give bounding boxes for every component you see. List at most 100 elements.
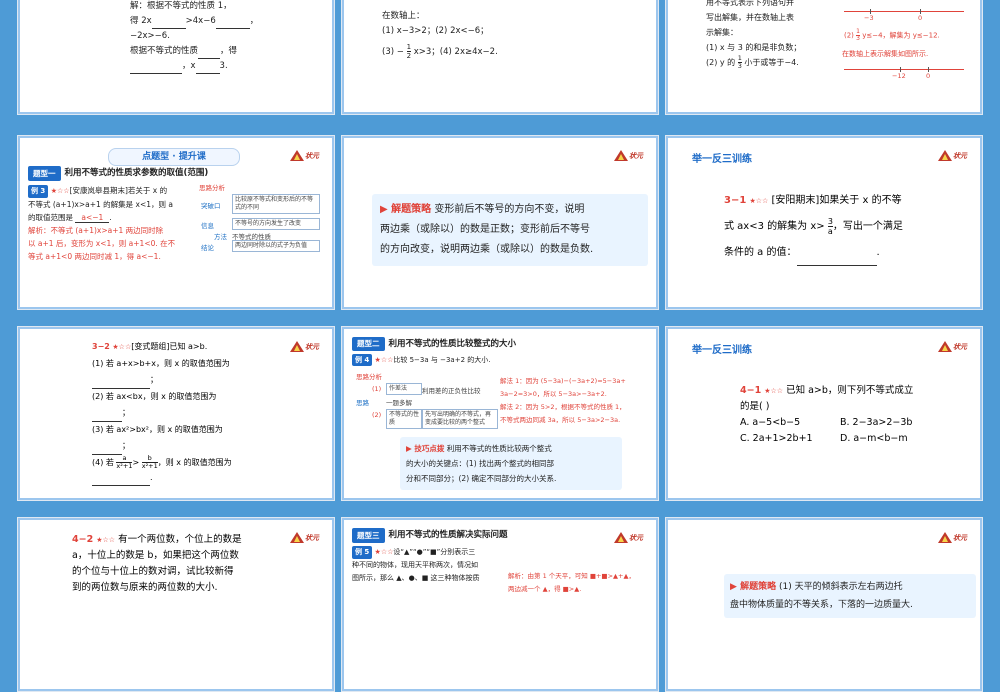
map-key-label: 突破口 [201,202,221,210]
slide-thumbnail-12[interactable]: 状元 ▶ 解题策略 (1) 天平的倾斜表示左右两边托 盘中物体质量的不等关系，下… [665,517,983,692]
s3-ans2b: y≤−4，解集为 y≤−12. [862,31,940,40]
answer-blank [92,379,150,389]
s6-q2b: ，写出一个满足 [832,221,903,232]
s6-q3-end: . [876,247,880,258]
s4-q1-text: 若关于 x 的 [127,186,168,195]
number-line [844,69,964,70]
strategy-box: ▶ 解题策略 (1) 天平的倾斜表示左右两边托 盘中物体质量的不等关系，下落的一… [724,574,976,618]
difficulty-stars: ★☆☆ [50,187,70,195]
slide-thumbnail-3[interactable]: 用不等式表示下列语句并 写出解集，并在数轴上表 示解集： (1) x 与 3 的… [665,0,983,115]
strategy-title: ▶ 解题策略 [380,204,432,215]
s1-line2c: ， [249,16,259,26]
section-banner: 点题型 · 提升课 [108,148,240,166]
source-label: [变式题组] [131,342,170,351]
example-label: 例 4 [352,354,373,366]
logo: 状元 [938,532,974,546]
logo-triangle-icon [938,150,952,161]
s11-q2: 种不同的物体，现用天平称两次，情况如 [352,561,478,569]
example-label: 例 5 [352,546,373,559]
slide-thumbnail-4[interactable]: 状元 点题型 · 提升课 题型一 利用不等式的性质求参数的取值(范围) 例 3 … [17,135,335,310]
s2-line2: (1) x−3>2；(2) 2x<−6； [382,26,489,36]
s10-question: 4−2 ★☆☆ 有一个两位数，个位上的数是 a，十位上的数是 b，如果把这个两位… [72,532,292,596]
tip-text1: 利用不等式的性质比较两个整式 [446,444,552,453]
s2-line3b: x>3；(4) 2x≥4x−2. [413,47,498,57]
slide-thumbnail-11[interactable]: 状元 题型三 利用不等式的性质解决实际问题 例 5 ★☆☆设“▲”“●”“■”分… [341,517,659,692]
tip-line2: 的大小的关键点：(1) 找出两个整式的相同部 [406,459,555,468]
option-a[interactable]: A. a−5<b−5 [740,415,840,431]
s9-options-row2: C. 2a+1>2b+1 D. a−m<b−m [740,431,970,447]
tip-box: ▶ 技巧点拨 利用不等式的性质比较两个整式 的大小的关键点：(1) 找出两个整式… [400,437,622,490]
source-label: [安阳期末] [771,195,820,206]
strategy-line3: 的方向改变，说明两边乘（或除以）的数是负数. [380,244,594,255]
s6-q2: 式 ax<3 的解集为 x> 3 a ，写出一个满足 [724,214,964,240]
map-left-label: 思路 [356,399,369,407]
slide-thumbnail-2[interactable]: 在数轴上： (1) x−3>2；(2) 2x<−6； (3) − 1 2 x>3… [341,0,659,115]
option-c[interactable]: C. 2a+1>2b+1 [740,431,840,447]
s6-q1: 3−1 ★☆☆ [安阳期末]如果关于 x 的不等 [724,188,964,214]
s8-solution: 解法 1：因为 (5−3a)−(−3a+2)=5−3a+ 3a−2=3>0，所以… [500,375,656,427]
slide-thumbnail-9[interactable]: 状元 举一反三训练 4−1 ★☆☆ 已知 a>b，则下列不等式成立 的是( ) … [665,326,983,501]
slide-thumbnail-5[interactable]: 状元 ▶ 解题策略 变形前后不等号的方向不变，说明 两边乘（或除以）的数是正数；… [341,135,659,310]
strategy-text1: (1) 天平的倾斜表示左右两边托 [778,582,903,592]
tip-title: ▶ 技巧点拨 [406,444,445,453]
fraction: b x²+1 [141,454,158,470]
topic-title: 利用不等式的性质解决实际问题 [388,530,508,540]
s7-q4c: . [150,472,153,482]
tip-line1: ▶ 技巧点拨 利用不等式的性质比较两个整式 [406,441,616,456]
logo-triangle-icon [290,532,304,543]
s9-question: 4−1 ★☆☆ 已知 a>b，则下列不等式成立 的是( ) A. a−5<b−5… [740,383,970,447]
difficulty-stars: ★☆☆ [112,343,132,351]
source-label: [安康岚皋县期末] [69,186,128,195]
difficulty-stars: ★☆☆ [374,548,394,556]
logo-brand: 状元 [629,152,643,160]
s7-q2-ans: ； [92,405,282,422]
example-label: 例 3 [28,185,49,198]
strategy-text1: 变形前后不等号的方向不变，说明 [434,204,585,215]
frac-num: 1 [406,43,412,52]
strategy-line2: 两边乘（或除以）的数是正数；变形前后不等号 [380,224,590,235]
answer-blank [796,256,877,266]
s1-line2b: >4x−6 [185,16,216,26]
option-b[interactable]: B. 2−3a>2−3b [840,415,912,431]
tip-line3: 分和不同部分；(2) 确定不同部分的大小关系. [406,474,557,483]
map-method-label: 方法 [214,233,227,241]
s7-q1b: ； [150,375,158,384]
s7-q3: (3) 若 ax²>bx²，则 x 的取值范围为 [92,424,223,434]
slide-thumbnail-10[interactable]: 状元 4−2 ★☆☆ 有一个两位数，个位上的数是 a，十位上的数是 b，如果把这… [17,517,335,692]
logo-triangle-icon [614,150,628,161]
s4-sol3: 等式 a+1<0 两边同时减 1，得 a<−1. [28,252,161,261]
fraction: 1 2 [406,43,412,60]
slide-thumbnail-7[interactable]: 状元 3−2 ★☆☆[变式题组]已知 a>b. (1) 若 a+x>b+x，则 … [17,326,335,501]
strategy-title-text: 解题策略 [391,204,432,215]
answer-blank [195,64,220,74]
s8-sol1: 解法 1：因为 (5−3a)−(−3a+2)=5−3a+ [500,377,626,385]
slide-thumbnail-1[interactable]: 解：根据不等式的性质 1， 得 2x >4x−6 ， −2x>−6. 根据不等式的性… [17,0,335,115]
difficulty-stars: ★☆☆ [764,387,784,395]
topic-title: 利用不等式的性质求参数的取值(范围) [64,168,209,178]
section-title: 举一反三训练 [692,345,752,356]
frac-den: 3 [737,62,742,70]
logo-brand: 状元 [305,343,319,351]
fraction: 1 3 [856,29,860,42]
s11-sol1: 解析：由第 1 个天平，可知 ■+■>▲+▲， [508,572,635,580]
s7-q4-ans: . [92,470,282,486]
map-goal-box: 两边同时除以的式子为负值 [232,240,320,252]
option-d[interactable]: D. a−m<b−m [840,431,908,447]
s1-line4b: ，得 [220,46,238,56]
section-title: 举一反三训练 [692,154,752,165]
slide-thumbnail-8[interactable]: 题型二 利用不等式的性质比较整式的大小 例 4 ★☆☆比较 5−3a 与 −3a… [341,326,659,501]
s7-q0: 3−2 ★☆☆[变式题组]已知 a>b. [92,339,282,356]
s8-sol4: 不等式两边同减 3a，所以 5−3a>2−3a. [500,416,621,424]
logo: 状元 [290,150,326,164]
s7-q4: (4) 若 a x²+1 > b x²+1 ，则 x 的取值范围为 [92,454,282,470]
s1-line4: 根据不等式的性质 ，得 [130,44,324,59]
strategy-title-text: 解题策略 [740,582,777,592]
s8-sol2: 3a−2=3>0，所以 5−3a>−3a+2. [500,390,607,398]
logo-brand: 状元 [305,534,319,542]
s1-line5b: 3. [219,61,228,71]
map-sub-label: 一题多解 [386,399,412,407]
logo-brand: 状元 [953,152,967,160]
slide-thumbnail-6[interactable]: 状元 举一反三训练 3−1 ★☆☆ [安阳期末]如果关于 x 的不等 式 ax<… [665,135,983,310]
s6-q3: 条件的 a 的值：. [724,240,964,266]
s3-line5a: (2) y 的 [706,58,736,67]
